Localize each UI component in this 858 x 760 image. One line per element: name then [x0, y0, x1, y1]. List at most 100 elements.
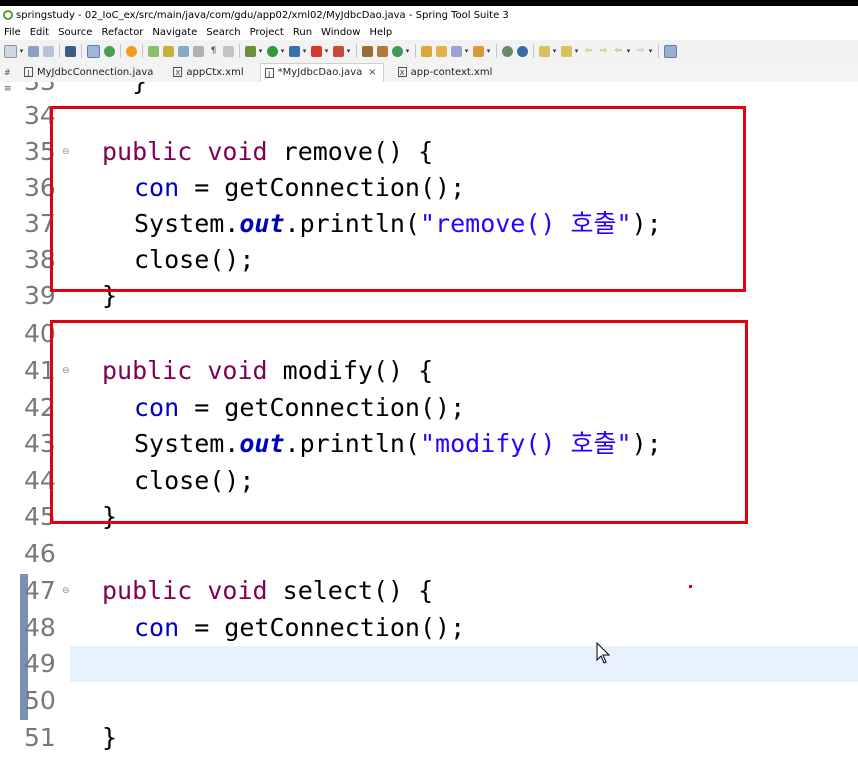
dropdown-arrow-icon[interactable]: ▾ [346, 46, 351, 57]
code-line: 46 [16, 536, 858, 572]
open-folder-icon[interactable] [436, 45, 447, 57]
toolbar-separator [59, 44, 60, 58]
last-edit-icon[interactable]: ⇦ [583, 46, 594, 57]
open-type-icon[interactable] [421, 45, 432, 57]
menu-help[interactable]: Help [369, 27, 392, 38]
debug-icon[interactable] [245, 45, 256, 57]
line-number: 51 [24, 723, 56, 752]
editor-tab-bar: J MyJdbcConnection.java X appCtx.xml J *… [0, 62, 858, 82]
dropdown-arrow-icon[interactable]: ▾ [405, 46, 410, 57]
menu-source[interactable]: Source [58, 27, 92, 38]
spring-dashboard-icon[interactable] [502, 45, 513, 57]
paragraph-icon[interactable]: ¶ [208, 46, 219, 57]
menu-bar: File Edit Source Refactor Navigate Searc… [0, 24, 858, 40]
new-class-icon[interactable] [377, 45, 388, 57]
toolbar-separator [415, 44, 416, 58]
back-icon[interactable]: ⇦ [613, 46, 624, 57]
save-all-icon[interactable] [43, 45, 54, 57]
menu-run[interactable]: Run [293, 27, 312, 38]
forward-edit-icon[interactable]: ⇨ [598, 46, 609, 57]
dropdown-arrow-icon[interactable]: ▾ [626, 46, 631, 57]
toolbar-separator [239, 44, 240, 58]
dropdown-arrow-icon[interactable]: ▾ [464, 46, 469, 57]
dropdown-arrow-icon[interactable]: ▾ [486, 46, 491, 57]
tab-appctx[interactable]: X appCtx.xml [169, 63, 249, 81]
menu-project[interactable]: Project [250, 27, 284, 38]
dropdown-arrow-icon[interactable]: ▾ [258, 46, 263, 57]
skip-breakpoints-icon[interactable] [87, 44, 100, 58]
outline-icon[interactable]: ≡ [4, 84, 12, 94]
block-select-icon[interactable] [193, 45, 204, 57]
dropdown-arrow-icon[interactable]: ▾ [648, 46, 653, 57]
tab-myjdbcdao[interactable]: J *MyJdbcDao.java × [259, 62, 384, 82]
toolbar-separator [142, 44, 143, 58]
pin-editor-icon[interactable] [664, 44, 677, 58]
new-spring-icon[interactable] [392, 45, 403, 57]
dropdown-arrow-icon[interactable]: ▾ [280, 46, 285, 57]
code-editor[interactable]: 33 } 34 35 ⊖ public void remove() { 36 c… [16, 82, 858, 760]
menu-edit[interactable]: Edit [30, 27, 49, 38]
forward-icon[interactable]: ⇨ [635, 46, 646, 57]
menu-search[interactable]: Search [206, 27, 240, 38]
dropdown-arrow-icon[interactable]: ▾ [19, 46, 24, 57]
line-number: 48 [24, 613, 56, 642]
mouse-pointer-icon [596, 642, 611, 664]
stop-icon[interactable] [311, 45, 322, 57]
tree-icon[interactable] [148, 45, 159, 57]
code-line: 50 [16, 683, 858, 719]
package-explorer-icon[interactable]: # [4, 68, 11, 77]
tab-myjdbcconnection[interactable]: J MyJdbcConnection.java [20, 63, 159, 81]
tab-label: *MyJdbcDao.java [277, 67, 363, 78]
external-tools-icon[interactable] [333, 45, 344, 57]
xml-file-icon: X [173, 67, 183, 77]
task-icon[interactable] [451, 45, 462, 57]
new-icon[interactable] [4, 44, 17, 58]
search-icon[interactable] [473, 45, 484, 57]
dropdown-arrow-icon[interactable]: ▾ [574, 46, 579, 57]
menu-navigate[interactable]: Navigate [152, 27, 197, 38]
code-text: public void select() { [102, 576, 434, 605]
next-annotation-icon[interactable] [539, 45, 550, 57]
toolbar-separator [356, 44, 357, 58]
window-title: springstudy - 02_IoC_ex/src/main/java/co… [16, 9, 509, 21]
tab-app-context[interactable]: X app-context.xml [394, 63, 499, 81]
tab-label: appCtx.xml [186, 66, 244, 78]
line-number: 47 [24, 576, 56, 605]
code-line: 51 } [16, 720, 858, 756]
line-number: 49 [24, 649, 56, 678]
coverage-icon[interactable] [289, 45, 300, 57]
code-line: 48 con = getConnection(); [16, 610, 858, 646]
dropdown-arrow-icon[interactable]: ▾ [302, 46, 307, 57]
code-line: 47 ⊖ public void select() { [16, 573, 858, 609]
run-server-icon[interactable] [104, 45, 115, 57]
close-icon[interactable]: × [368, 67, 376, 78]
highlight-icon[interactable] [163, 45, 174, 57]
toolbar-separator [533, 44, 534, 58]
toggle-icon[interactable] [178, 45, 189, 57]
menu-window[interactable]: Window [321, 27, 360, 38]
dropdown-arrow-icon[interactable]: ▾ [552, 46, 557, 57]
show-whitespace-icon[interactable] [223, 45, 234, 57]
dropdown-arrow-icon[interactable]: ▾ [324, 46, 329, 57]
fold-toggle-icon[interactable]: ⊖ [62, 573, 70, 609]
toolbar-separator [658, 44, 659, 58]
menu-refactor[interactable]: Refactor [101, 27, 143, 38]
refresh-icon[interactable] [126, 45, 137, 57]
save-icon[interactable] [28, 45, 39, 57]
annotation-box-remove [50, 106, 746, 292]
line-number: 46 [24, 539, 56, 568]
tab-label: MyJdbcConnection.java [37, 66, 154, 78]
run-icon[interactable] [267, 45, 278, 57]
line-number: 50 [24, 686, 56, 715]
xml-file-icon: X [397, 67, 407, 77]
main-toolbar: ▾ ¶ ▾ ▾ ▾ ▾ ▾ ▾ ▾ ▾ ▾ ▾ ⇦ ⇨ ⇦ ▾ ⇨ ▾ [0, 40, 858, 62]
toolbar-separator [81, 44, 82, 58]
new-package-icon[interactable] [362, 45, 373, 57]
java-file-icon: J [24, 67, 33, 77]
tab-label: app-context.xml [410, 66, 493, 78]
globe-icon[interactable] [517, 45, 528, 57]
previous-annotation-icon[interactable] [561, 45, 572, 57]
toolbar-separator [120, 44, 121, 58]
menu-file[interactable]: File [4, 27, 21, 38]
terminal-icon[interactable] [65, 45, 76, 57]
